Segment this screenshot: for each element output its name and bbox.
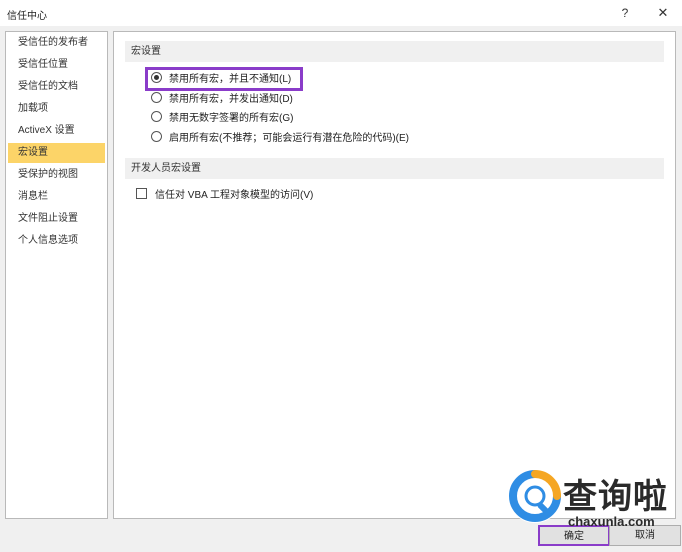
sidebar: 受信任的发布者 受信任位置 受信任的文档 加载项 ActiveX 设置 宏设置 …	[5, 31, 108, 519]
option-label: 禁用无数字签署的所有宏(G)	[169, 113, 294, 124]
watermark-brand-en: chaxunla.com	[568, 514, 655, 529]
sidebar-item-trusted-documents[interactable]: 受信任的文档	[8, 77, 105, 97]
annotation-highlight-box	[145, 67, 303, 91]
watermark: 查询啦 chaxunla.com	[503, 464, 678, 534]
window-title: 信任中心	[7, 11, 47, 22]
sidebar-item-macro-settings[interactable]: 宏设置	[8, 143, 105, 163]
checkbox-trust-vba[interactable]: 信任对 VBA 工程对象模型的访问(V)	[136, 188, 313, 204]
radio-icon[interactable]	[151, 111, 162, 122]
title-bar: 信任中心 ? ✕	[0, 0, 682, 26]
sidebar-item-file-block-settings[interactable]: 文件阻止设置	[8, 209, 105, 229]
option-label: 禁用所有宏，并发出通知(D)	[169, 94, 293, 105]
sidebar-item-activex-settings[interactable]: ActiveX 设置	[8, 121, 105, 141]
developer-settings-header: 开发人员宏设置	[125, 158, 664, 179]
radio-icon[interactable]	[151, 131, 162, 142]
watermark-brand-cn: 查询啦	[563, 477, 668, 517]
watermark-logo-icon	[508, 469, 562, 523]
radio-disable-unsigned[interactable]: 禁用无数字签署的所有宏(G)	[151, 111, 293, 127]
radio-disable-all-notify[interactable]: 禁用所有宏，并发出通知(D)	[151, 92, 293, 108]
macro-settings-header: 宏设置	[125, 41, 664, 62]
radio-enable-all[interactable]: 启用所有宏(不推荐；可能会运行有潜在危险的代码)(E)	[151, 131, 409, 147]
radio-icon[interactable]	[151, 92, 162, 103]
sidebar-item-protected-view[interactable]: 受保护的视图	[8, 165, 105, 185]
sidebar-item-trusted-locations[interactable]: 受信任位置	[8, 55, 105, 75]
sidebar-item-trusted-publishers[interactable]: 受信任的发布者	[8, 33, 105, 53]
help-button[interactable]: ?	[612, 4, 638, 22]
close-button[interactable]: ✕	[650, 4, 676, 22]
checkbox-icon[interactable]	[136, 188, 147, 199]
main-panel: 宏设置 禁用所有宏，并且不通知(L) 禁用所有宏，并发出通知(D) 禁用无数字签…	[113, 31, 676, 519]
checkbox-label: 信任对 VBA 工程对象模型的访问(V)	[155, 190, 314, 201]
sidebar-item-add-ins[interactable]: 加载项	[8, 99, 105, 119]
option-label: 启用所有宏(不推荐；可能会运行有潜在危险的代码)(E)	[169, 133, 409, 144]
sidebar-item-message-bar[interactable]: 消息栏	[8, 187, 105, 207]
sidebar-item-privacy-options[interactable]: 个人信息选项	[8, 231, 105, 251]
